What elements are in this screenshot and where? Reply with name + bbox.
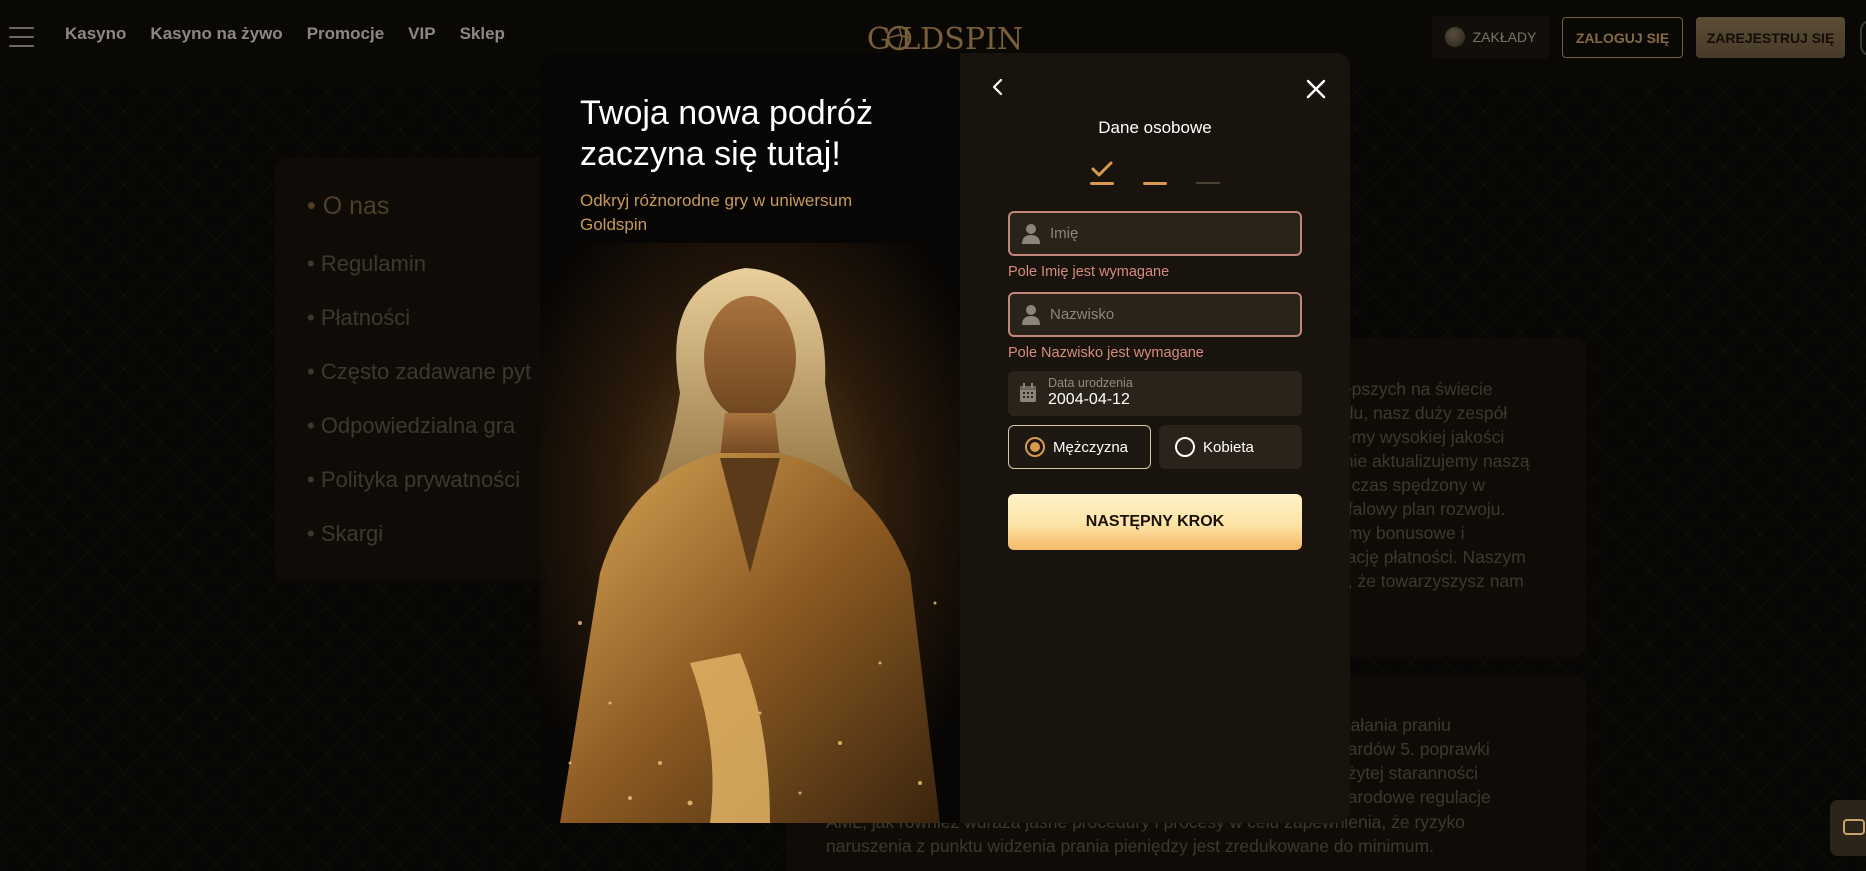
registration-form-panel: Dane osobowe Imię Pole Imię jest wymagan… (960, 53, 1350, 823)
last-name-field[interactable]: Nazwisko (1008, 292, 1302, 337)
gender-male-radio[interactable]: Mężczyzna (1008, 425, 1151, 469)
first-name-error: Pole Imię jest wymagane (1008, 264, 1170, 280)
first-name-placeholder: Imię (1050, 225, 1079, 242)
step-progress (1090, 160, 1220, 190)
gender-male-label: Mężczyzna (1053, 438, 1129, 456)
next-step-button[interactable]: NASTĘPNY KROK (1008, 494, 1302, 550)
radio-selected-icon (1025, 437, 1045, 457)
promo-subtext: Odkryj różnorodne gry w uniwersum Goldsp… (580, 191, 853, 234)
step-3-indicator (1196, 182, 1220, 184)
last-name-error: Pole Nazwisko jest wymagane (1008, 345, 1204, 361)
person-icon (1022, 305, 1040, 325)
chat-icon (1843, 819, 1865, 835)
first-name-field[interactable]: Imię (1008, 211, 1302, 256)
birth-date-label: Data urodzenia (1048, 376, 1133, 390)
gender-female-radio[interactable]: Kobieta (1159, 425, 1302, 469)
chat-widget-button[interactable] (1830, 800, 1866, 856)
promo-headline: Twoja nowa podróż zaczyna się tutaj! (580, 94, 873, 173)
birth-date-field[interactable]: Data urodzenia 2004-04-12 (1008, 371, 1302, 416)
radio-unselected-icon (1175, 437, 1195, 457)
step-title: Dane osobowe (1098, 118, 1212, 137)
back-arrow-icon[interactable] (988, 77, 1008, 97)
birth-date-value: 2004-04-12 (1048, 391, 1130, 408)
registration-promo-panel: Twoja nowa podróż zaczyna się tutaj! Odk… (540, 53, 961, 823)
last-name-placeholder: Nazwisko (1050, 306, 1115, 323)
checkmark-icon (1091, 161, 1113, 177)
calendar-icon (1020, 383, 1036, 402)
gender-female-label: Kobieta (1203, 438, 1254, 456)
person-icon (1022, 224, 1040, 244)
step-2-indicator (1143, 182, 1167, 185)
close-icon[interactable] (1304, 77, 1328, 101)
golden-woman-illustration (540, 243, 961, 823)
step-1-indicator (1090, 182, 1114, 185)
